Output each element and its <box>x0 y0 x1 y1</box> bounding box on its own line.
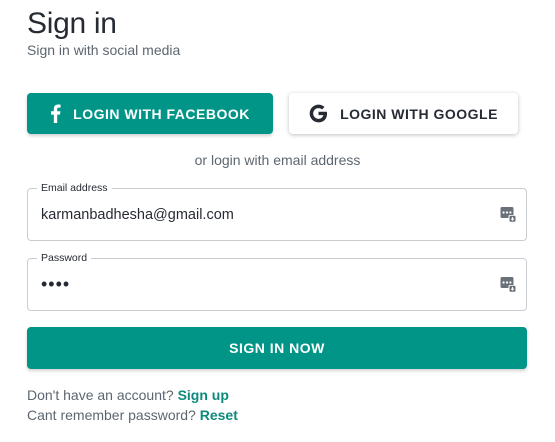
password-input[interactable] <box>41 259 481 310</box>
email-input[interactable] <box>41 189 481 240</box>
email-field[interactable]: Email address <box>27 181 527 241</box>
reset-password-link[interactable]: Reset <box>200 407 238 423</box>
page-subtitle: Sign in with social media <box>27 42 181 58</box>
signup-prompt-text: Don't have an account? <box>27 387 174 403</box>
signup-prompt: Don't have an account? Sign up <box>27 386 229 404</box>
reset-prompt: Cant remember password? Reset <box>27 406 238 424</box>
facebook-button-label: LOGIN WITH FACEBOOK <box>73 105 250 122</box>
facebook-icon <box>50 104 61 123</box>
sign-in-page: Sign in Sign in with social media LOGIN … <box>0 0 555 442</box>
password-manager-icon[interactable] <box>500 206 517 223</box>
password-field[interactable]: Password <box>27 251 527 311</box>
sign-in-button-label: SIGN IN NOW <box>229 340 325 356</box>
password-manager-icon[interactable] <box>500 276 517 293</box>
sign-in-now-button[interactable]: SIGN IN NOW <box>27 327 527 369</box>
page-title: Sign in <box>27 7 117 40</box>
google-button-label: LOGIN WITH GOOGLE <box>340 105 498 122</box>
reset-prompt-text: Cant remember password? <box>27 407 196 423</box>
google-icon <box>309 104 328 123</box>
email-login-divider-text: or login with email address <box>194 152 361 168</box>
sign-up-link[interactable]: Sign up <box>178 387 229 403</box>
login-with-facebook-button[interactable]: LOGIN WITH FACEBOOK <box>27 93 273 134</box>
login-with-google-button[interactable]: LOGIN WITH GOOGLE <box>289 93 518 134</box>
